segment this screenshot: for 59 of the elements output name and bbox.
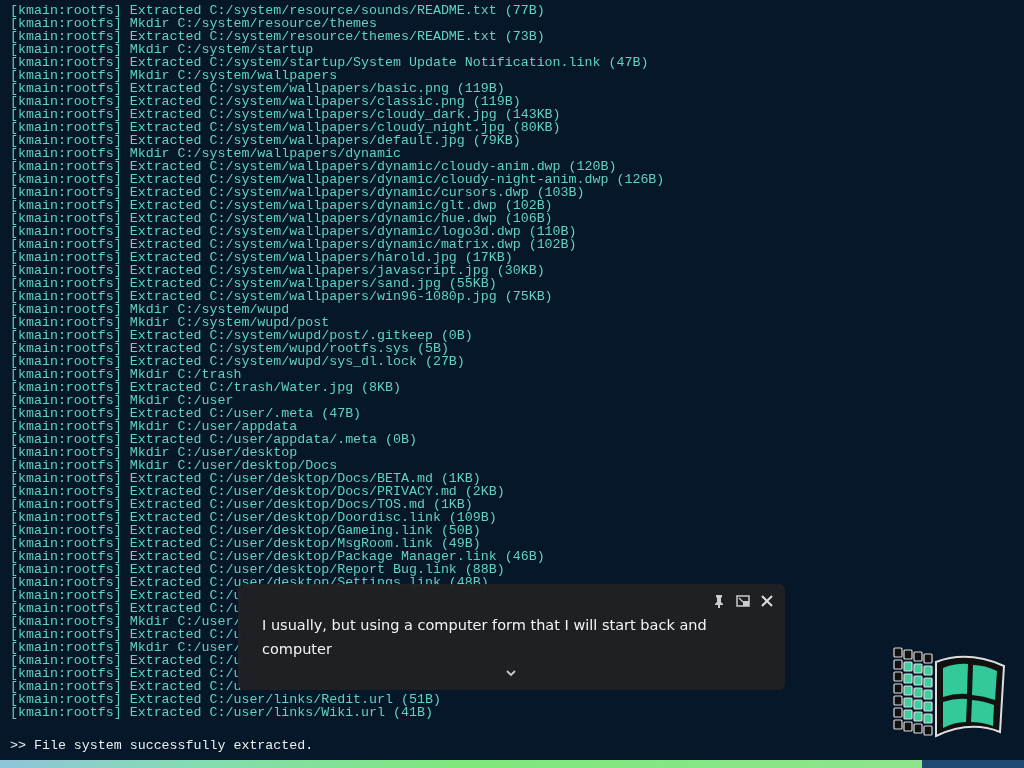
log-line: [kmain:rootfs] Extracted C:/system/wallpapers/javascript.jpg (30KB) bbox=[10, 264, 545, 277]
log-line: [kmain:rootfs] Extracted C:/user/desktop/Package Manager.link (46B) bbox=[10, 550, 545, 563]
log-line: [kmain:rootfs] Extracted C:/system/wallpapers/cloudy_dark.jpg (143KB) bbox=[10, 108, 561, 121]
window-resize-icon[interactable] bbox=[735, 593, 751, 609]
log-line: [kmain:rootfs] Extracted C:/system/startup/System Update Notification.link (47B) bbox=[10, 56, 649, 69]
log-line: [kmain:rootfs] Extracted C:/user/desktop/Settings.link (48B) bbox=[10, 576, 489, 589]
log-line: [kmain:rootfs] Extracted C:/user/links/Wiki.url (41B) bbox=[10, 706, 433, 719]
log-line: [kmain:rootfs] Mkdir C:/user/desktop/Docs bbox=[10, 459, 338, 472]
log-line: [kmain:rootfs] Extracted C:/system/wupd/sys_dl.lock (27B) bbox=[10, 355, 465, 368]
log-line: [kmain:rootfs] Extracted C:/system/wupd/rootfs.sys (5B) bbox=[10, 342, 449, 355]
log-line: [kmain:rootfs] Extracted C:/trash/Water.jpg (8KB) bbox=[10, 381, 401, 394]
log-line: [kmain:rootfs] Extracted C:/user/desktop/Report Bug.link (88B) bbox=[10, 563, 505, 576]
log-line: [kmain:rootfs] Extracted C:/u bbox=[10, 654, 242, 667]
log-line: [kmain:rootfs] Extracted C:/system/wallpapers/cloudy_night.jpg (80KB) bbox=[10, 121, 561, 134]
log-line: [kmain:rootfs] Extracted C:/system/wallpapers/win96-1080p.jpg (75KB) bbox=[10, 290, 553, 303]
log-line: [kmain:rootfs] Extracted C:/system/wallpapers/dynamic/cloudy-night-anim.dwp (126B) bbox=[10, 173, 665, 186]
log-line: [kmain:rootfs] Extracted C:/system/wallpapers/sand.jpg (55KB) bbox=[10, 277, 497, 290]
log-line: [kmain:rootfs] Extracted C:/system/wallpapers/dynamic/hue.dwp (106B) bbox=[10, 212, 553, 225]
log-line: [kmain:rootfs] Mkdir C:/system/wallpapers bbox=[10, 69, 338, 82]
log-line: [kmain:rootfs] Extracted C:/system/resource/themes/README.txt (73B) bbox=[10, 30, 545, 43]
log-line: [kmain:rootfs] Mkdir C:/user/ bbox=[10, 615, 242, 628]
log-line: [kmain:rootfs] Extracted C:/system/wallpapers/harold.jpg (17KB) bbox=[10, 251, 513, 264]
log-line: [kmain:rootfs] Mkdir C:/user/desktop bbox=[10, 446, 298, 459]
log-line: [kmain:rootfs] Extracted C:/u bbox=[10, 628, 242, 641]
log-line: [kmain:rootfs] Extracted C:/user/desktop/Docs/BETA.md (1KB) bbox=[10, 472, 481, 485]
log-line: [kmain:rootfs] Extracted C:/system/wallpapers/dynamic/cloudy-anim.dwp (120B) bbox=[10, 160, 617, 173]
log-line: [kmain:rootfs] Extracted C:/system/wallpapers/dynamic/cursors.dwp (103B) bbox=[10, 186, 585, 199]
log-line: [kmain:rootfs] Extracted C:/system/wallpapers/dynamic/logo3d.dwp (110B) bbox=[10, 225, 577, 238]
log-line: [kmain:rootfs] Mkdir C:/system/wallpapers/dynamic bbox=[10, 147, 401, 160]
log-line: [kmain:rootfs] Extracted C:/u bbox=[10, 680, 242, 693]
log-line: [kmain:rootfs] Extracted C:/u bbox=[10, 602, 242, 615]
log-line: [kmain:rootfs] Extracted C:/user/desktop/Doordisc.link (109B) bbox=[10, 511, 497, 524]
log-line: [kmain:rootfs] Extracted C:/user/desktop/Docs/PRIVACY.md (2KB) bbox=[10, 485, 505, 498]
log-line: [kmain:rootfs] Extracted C:/system/wallpapers/dynamic/glt.dwp (102B) bbox=[10, 199, 553, 212]
log-line: [kmain:rootfs] Mkdir C:/user bbox=[10, 394, 234, 407]
log-line: [kmain:rootfs] Extracted C:/user/.meta (47B) bbox=[10, 407, 362, 420]
log-line: [kmain:rootfs] Mkdir C:/user/ bbox=[10, 641, 242, 654]
log-line: [kmain:rootfs] Extracted C:/user/appdata/.meta (0B) bbox=[10, 433, 417, 446]
close-icon[interactable] bbox=[759, 593, 775, 609]
log-line: [kmain:rootfs] Extracted C:/user/desktop/Docs/TOS.md (1KB) bbox=[10, 498, 473, 511]
log-line: [kmain:rootfs] Mkdir C:/system/wupd/post bbox=[10, 316, 330, 329]
log-line: [kmain:rootfs] Extracted C:/system/wallpapers/classic.png (119B) bbox=[10, 95, 521, 108]
log-line: [kmain:rootfs] Mkdir C:/system/resource/themes bbox=[10, 17, 378, 30]
log-line: [kmain:rootfs] Extracted C:/u bbox=[10, 667, 242, 680]
log-line: [kmain:rootfs] Extracted C:/system/wupd/post/.gitkeep (0B) bbox=[10, 329, 473, 342]
caption-text: I usually, but using a computer form that I will start back and computer bbox=[262, 616, 708, 659]
log-line: [kmain:rootfs] Mkdir C:/system/startup bbox=[10, 43, 314, 56]
log-line: [kmain:rootfs] Extracted C:/system/wallpapers/dynamic/matrix.dwp (102B) bbox=[10, 238, 577, 251]
log-line: [kmain:rootfs] Extracted C:/user/desktop/Gameing.link (50B) bbox=[10, 524, 481, 537]
log-line: [kmain:rootfs] Extracted C:/system/wallpapers/basic.png (119B) bbox=[10, 82, 505, 95]
log-line: [kmain:rootfs] Mkdir C:/user/appdata bbox=[10, 420, 298, 433]
log-line: [kmain:rootfs] Mkdir C:/system/wupd bbox=[10, 303, 290, 316]
log-line: [kmain:rootfs] Extracted C:/u bbox=[10, 589, 242, 602]
status-message: >> File system successfully extracted. bbox=[10, 739, 314, 752]
log-line: [kmain:rootfs] Mkdir C:/trash bbox=[10, 368, 242, 381]
log-line: [kmain:rootfs] Extracted C:/system/wallpapers/default.jpg (79KB) bbox=[10, 134, 521, 147]
log-line: [kmain:rootfs] Extracted C:/system/resource/sounds/README.txt (77B) bbox=[10, 4, 545, 17]
log-line: [kmain:rootfs] Extracted C:/user/links/Redit.url (51B) bbox=[10, 693, 441, 706]
log-line: [kmain:rootfs] Extracted C:/user/desktop/MsgRoom.link (49B) bbox=[10, 537, 481, 550]
